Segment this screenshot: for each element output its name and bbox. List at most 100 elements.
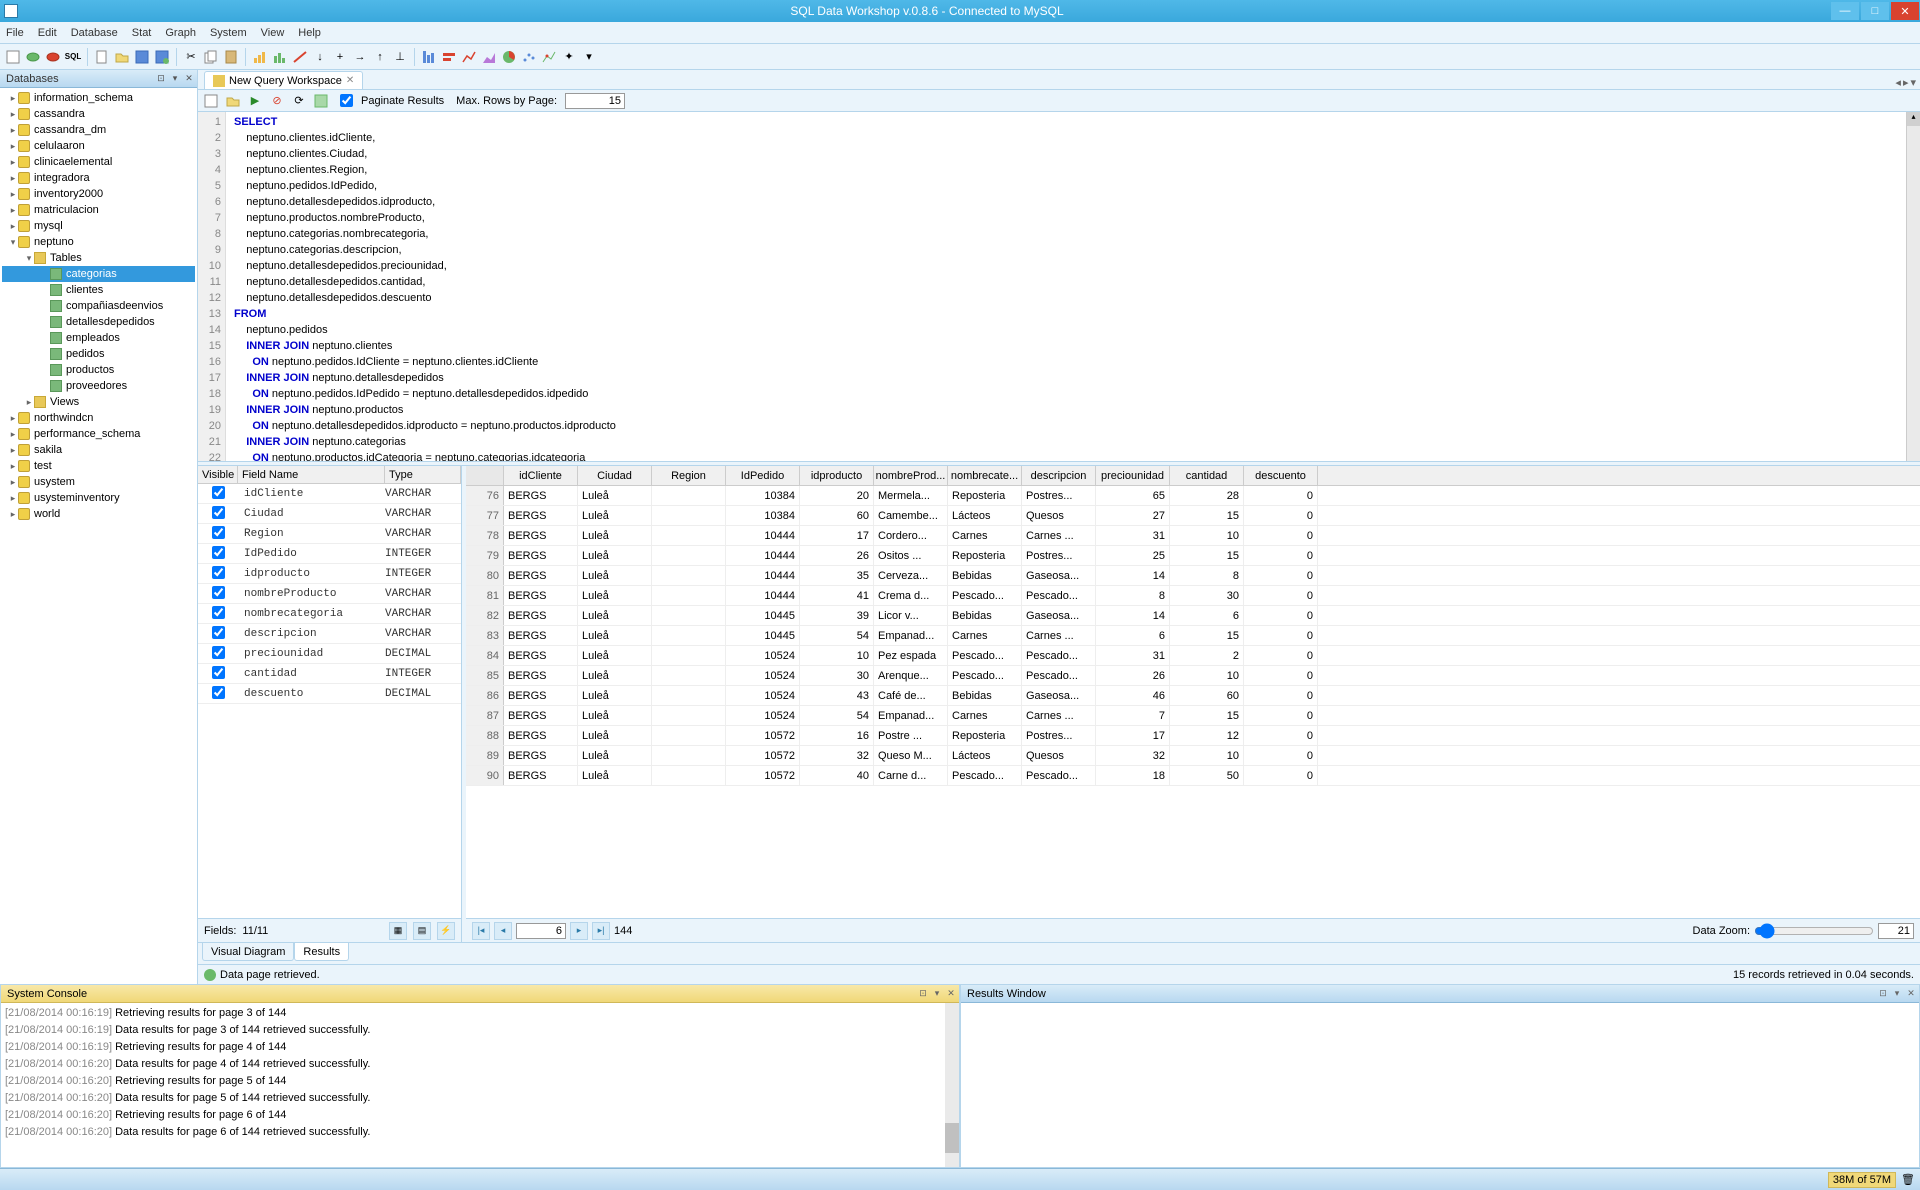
maxrows-input[interactable] <box>565 93 625 109</box>
paginate-checkbox[interactable] <box>340 94 353 107</box>
paste-icon[interactable] <box>222 48 240 66</box>
graph1-icon[interactable] <box>420 48 438 66</box>
chart8-icon[interactable]: ⊥ <box>391 48 409 66</box>
save-icon[interactable] <box>133 48 151 66</box>
menu-edit[interactable]: Edit <box>38 27 57 39</box>
open-icon[interactable] <box>113 48 131 66</box>
table-row[interactable]: 80BERGSLuleå1044435Cerveza...BebidasGase… <box>466 566 1920 586</box>
field-visible-checkbox[interactable] <box>212 566 225 579</box>
menu-stat[interactable]: Stat <box>132 27 152 39</box>
tree-item-performance_schema[interactable]: ▸performance_schema <box>2 426 195 442</box>
prev-page-icon[interactable]: ◂ <box>494 922 512 940</box>
menu-database[interactable]: Database <box>71 27 118 39</box>
table-row[interactable]: 85BERGSLuleå1052430Arenque...Pescado...P… <box>466 666 1920 686</box>
graph3-icon[interactable] <box>460 48 478 66</box>
col-header-Region[interactable]: Region <box>652 466 726 485</box>
field-visible-checkbox[interactable] <box>212 626 225 639</box>
field-row-nombrecategoria[interactable]: nombrecategoriaVARCHAR <box>198 604 461 624</box>
tree-item-information_schema[interactable]: ▸information_schema <box>2 90 195 106</box>
run-query-icon[interactable]: ▶ <box>246 92 264 110</box>
chart6-icon[interactable]: → <box>351 48 369 66</box>
tab-prev-icon[interactable]: ◂ <box>1895 76 1901 89</box>
field-row-nombreproducto[interactable]: nombreProductoVARCHAR <box>198 584 461 604</box>
field-row-ciudad[interactable]: CiudadVARCHAR <box>198 504 461 524</box>
sql-icon[interactable]: SQL <box>64 48 82 66</box>
tree-item-northwindcn[interactable]: ▸northwindcn <box>2 410 195 426</box>
last-page-icon[interactable]: ▸| <box>592 922 610 940</box>
database-tree[interactable]: ▸information_schema▸cassandra▸cassandra_… <box>0 88 197 984</box>
new-icon[interactable] <box>93 48 111 66</box>
disconnect-icon[interactable] <box>44 48 62 66</box>
col-header-descuento[interactable]: descuento <box>1244 466 1318 485</box>
col-header-cantidad[interactable]: cantidad <box>1170 466 1244 485</box>
field-row-descuento[interactable]: descuentoDECIMAL <box>198 684 461 704</box>
chart4-icon[interactable]: ↓ <box>311 48 329 66</box>
grid-body[interactable]: 76BERGSLuleå1038420Mermela...ReposteriaP… <box>466 486 1920 918</box>
refresh-tb-icon[interactable]: ⟳ <box>290 92 308 110</box>
stop-query-icon[interactable]: ⊘ <box>268 92 286 110</box>
console-pin-icon[interactable]: ⊡ <box>917 988 929 1000</box>
console-close-icon[interactable]: ✕ <box>945 988 957 1000</box>
tree-item-proveedores[interactable]: proveedores <box>2 378 195 394</box>
results-pin-icon[interactable]: ⊡ <box>1877 988 1889 1000</box>
tree-item-matriculacion[interactable]: ▸matriculacion <box>2 202 195 218</box>
table-row[interactable]: 83BERGSLuleå1044554Empanad...CarnesCarne… <box>466 626 1920 646</box>
new-query-tb-icon[interactable] <box>202 92 220 110</box>
field-visible-checkbox[interactable] <box>212 666 225 679</box>
tab-query-workspace[interactable]: New Query Workspace ✕ <box>204 71 363 89</box>
field-row-cantidad[interactable]: cantidadINTEGER <box>198 664 461 684</box>
table-row[interactable]: 87BERGSLuleå1052454Empanad...CarnesCarne… <box>466 706 1920 726</box>
tree-item-usystem[interactable]: ▸usystem <box>2 474 195 490</box>
table-row[interactable]: 90BERGSLuleå1057240Carne d...Pescado...P… <box>466 766 1920 786</box>
tree-item-clinicaelemental[interactable]: ▸clinicaelemental <box>2 154 195 170</box>
scroll-up-icon[interactable]: ▴ <box>1907 112 1920 126</box>
table-row[interactable]: 79BERGSLuleå1044426Ositos ...ReposteriaP… <box>466 546 1920 566</box>
graph9-icon[interactable]: ▾ <box>580 48 598 66</box>
tree-item-cassandra[interactable]: ▸cassandra <box>2 106 195 122</box>
saveas-icon[interactable] <box>153 48 171 66</box>
fields-view2-icon[interactable]: ▤ <box>413 922 431 940</box>
tree-item-views[interactable]: ▸Views <box>2 394 195 410</box>
table-row[interactable]: 77BERGSLuleå1038460Camembe...LácteosQues… <box>466 506 1920 526</box>
tree-item-integradora[interactable]: ▸integradora <box>2 170 195 186</box>
table-row[interactable]: 89BERGSLuleå1057232Queso M...LácteosQues… <box>466 746 1920 766</box>
table-row[interactable]: 86BERGSLuleå1052443Café de...BebidasGase… <box>466 686 1920 706</box>
console-min-icon[interactable]: ▾ <box>931 988 943 1000</box>
results-min-icon[interactable]: ▾ <box>1891 988 1903 1000</box>
tree-item-world[interactable]: ▸world <box>2 506 195 522</box>
tree-item-usysteminventory[interactable]: ▸usysteminventory <box>2 490 195 506</box>
col-header-idCliente[interactable]: idCliente <box>504 466 578 485</box>
col-header-Ciudad[interactable]: Ciudad <box>578 466 652 485</box>
chart2-icon[interactable] <box>271 48 289 66</box>
field-visible-checkbox[interactable] <box>212 526 225 539</box>
field-visible-checkbox[interactable] <box>212 646 225 659</box>
field-visible-checkbox[interactable] <box>212 586 225 599</box>
field-row-idproducto[interactable]: idproductoINTEGER <box>198 564 461 584</box>
tree-item-neptuno[interactable]: ▾neptuno <box>2 234 195 250</box>
field-row-region[interactable]: RegionVARCHAR <box>198 524 461 544</box>
table-row[interactable]: 84BERGSLuleå1052410Pez espadaPescado...P… <box>466 646 1920 666</box>
col-header-idproducto[interactable]: idproducto <box>800 466 874 485</box>
graph4-icon[interactable] <box>480 48 498 66</box>
page-input[interactable] <box>516 923 566 939</box>
export-tb-icon[interactable] <box>312 92 330 110</box>
sidebar-close-icon[interactable]: ✕ <box>183 73 195 85</box>
field-visible-checkbox[interactable] <box>212 686 225 699</box>
console-output[interactable]: [21/08/2014 00:16:19] Retrieving results… <box>1 1003 959 1167</box>
new-query-icon[interactable] <box>4 48 22 66</box>
first-page-icon[interactable]: |◂ <box>472 922 490 940</box>
gc-icon[interactable]: 🗑 <box>1900 1172 1916 1188</box>
tree-item-productos[interactable]: productos <box>2 362 195 378</box>
table-row[interactable]: 82BERGSLuleå1044539Licor v...BebidasGase… <box>466 606 1920 626</box>
editor-scrollbar[interactable]: ▴ <box>1906 112 1920 461</box>
menu-graph[interactable]: Graph <box>165 27 196 39</box>
menu-view[interactable]: View <box>261 27 285 39</box>
next-page-icon[interactable]: ▸ <box>570 922 588 940</box>
table-row[interactable]: 81BERGSLuleå1044441Crema d...Pescado...P… <box>466 586 1920 606</box>
sidebar-min-icon[interactable]: ▾ <box>169 73 181 85</box>
sidebar-pin-icon[interactable]: ⊡ <box>155 73 167 85</box>
chart3-icon[interactable] <box>291 48 309 66</box>
tab-next-icon[interactable]: ▸ <box>1903 76 1909 89</box>
field-visible-checkbox[interactable] <box>212 506 225 519</box>
copy-icon[interactable] <box>202 48 220 66</box>
